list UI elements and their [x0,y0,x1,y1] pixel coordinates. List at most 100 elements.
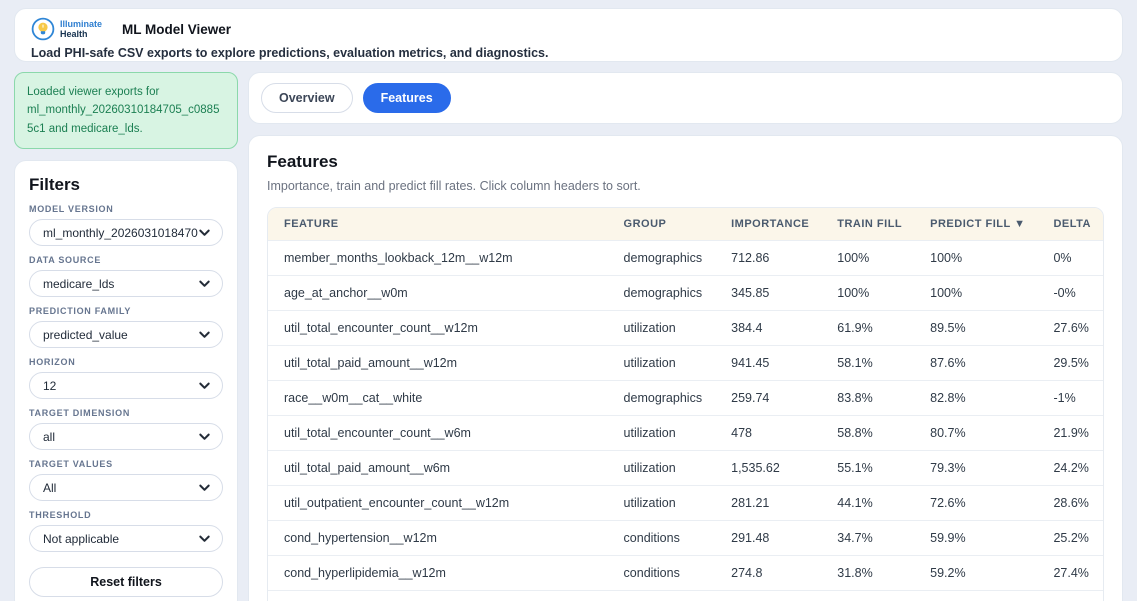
filter-label-threshold: Threshold [29,510,223,520]
cell-group: demographics [608,240,716,275]
filter-select-target-dimension[interactable]: all [29,423,223,450]
filter-label-horizon: Horizon [29,357,223,367]
chevron-down-icon [198,277,211,290]
cell-importance: 291.48 [715,520,821,555]
col-header-predict-fill-sorted[interactable]: Predict fill ▼ [914,208,1037,240]
selected-value: ml_monthly_20260310184705_c08855c [43,226,198,240]
cell-predict-fill: 59.2% [914,555,1037,590]
cell-train-fill: 83.8% [821,380,914,415]
lightbulb-icon [31,17,55,41]
cell-delta: 0% [1037,240,1103,275]
cell-importance: 712.86 [715,240,821,275]
cell-feature: race__w0m__cat__white [268,380,608,415]
filter-select-target-values[interactable]: All [29,474,223,501]
cell-predict-fill: 79.3% [914,450,1037,485]
cell-importance: 259.74 [715,380,821,415]
cell-delta: 27.4% [1037,555,1103,590]
filter-fields: Model version ml_monthly_20260310184705_c… [29,204,223,552]
cell-feature: util_total_encounter_count__w12m [268,310,608,345]
cell-feature: util_total_paid_amount__w12m [268,345,608,380]
col-header-delta[interactable]: Delta [1037,208,1103,240]
cell-delta: -1% [1037,380,1103,415]
cell-train-fill: 31.8% [821,555,914,590]
cell-train-fill: 100% [821,275,914,310]
reset-filters-button[interactable]: Reset filters [29,567,223,597]
selected-value: 12 [43,379,56,393]
cell-group: conditions [608,520,716,555]
cell-feature: cond_hypertension__w12m [268,520,608,555]
cell-feature: age_at_anchor__w0m [268,275,608,310]
cell-predict-fill: 54.6% [914,590,1037,601]
cell-delta: 21.9% [1037,415,1103,450]
table-row: util_outpatient_encounter_count__w12muti… [268,485,1103,520]
filter-select-prediction-family[interactable]: predicted_value [29,321,223,348]
col-header-importance[interactable]: Importance [715,208,821,240]
cell-importance: 281.21 [715,485,821,520]
col-header-feature[interactable]: Feature [268,208,608,240]
cell-delta: 0.1% [1037,590,1103,601]
cell-train-fill: 55.1% [821,450,914,485]
filter-select-horizon[interactable]: 12 [29,372,223,399]
tab-overview[interactable]: Overview [261,83,353,113]
filter-label-prediction-family: Prediction family [29,306,223,316]
cell-group: demographics [608,590,716,601]
chevron-down-icon [198,379,211,392]
filter-label-model-version: Model version [29,204,223,214]
cell-group: conditions [608,555,716,590]
tabs: Overview Features [248,72,1123,124]
cell-train-fill: 100% [821,240,914,275]
cell-train-fill: 58.8% [821,415,914,450]
cell-group: utilization [608,310,716,345]
features-table-body: member_months_lookback_12m__w12mdemograp… [268,240,1103,601]
cell-delta: -0% [1037,275,1103,310]
table-row: race__w0m__cat__whitedemographics259.748… [268,380,1103,415]
features-table: Feature Group Importance Train fill Pred… [267,207,1104,601]
table-row: util_total_paid_amount__w6mutilization1,… [268,450,1103,485]
filter-label-target-dimension: Target dimension [29,408,223,418]
cell-train-fill: 34.7% [821,520,914,555]
cell-predict-fill: 89.5% [914,310,1037,345]
filter-select-data-source[interactable]: medicare_lds [29,270,223,297]
features-subtitle: Importance, train and predict fill rates… [267,179,1104,193]
table-row: cond_hyperlipidemia__w12mconditions274.8… [268,555,1103,590]
cell-predict-fill: 82.8% [914,380,1037,415]
page-subtitle: Load PHI-safe CSV exports to explore pre… [31,46,1108,60]
cell-importance: 1,535.62 [715,450,821,485]
cell-delta: 25.2% [1037,520,1103,555]
col-header-train-fill[interactable]: Train fill [821,208,914,240]
cell-feature: sex__w0m__cat__female [268,590,608,601]
cell-delta: 27.6% [1037,310,1103,345]
cell-importance: 274.8 [715,555,821,590]
cell-importance: 384.4 [715,310,821,345]
chevron-down-icon [198,430,211,443]
selected-value: all [43,430,55,444]
illuminate-health-logo: Illuminate Health [31,17,102,41]
cell-predict-fill: 100% [914,275,1037,310]
cell-delta: 29.5% [1037,345,1103,380]
filter-select-threshold[interactable]: Not applicable [29,525,223,552]
chevron-down-icon [198,532,211,545]
filter-select-model-version[interactable]: ml_monthly_20260310184705_c08855c [29,219,223,246]
cell-delta: 28.6% [1037,485,1103,520]
cell-train-fill: 61.9% [821,310,914,345]
filters-title: Filters [29,175,223,195]
filters-panel: Filters Model version ml_monthly_20260310… [14,160,238,601]
filter-label-target-values: Target values [29,459,223,469]
app-header: Illuminate Health ML Model Viewer Load P… [14,8,1123,62]
cell-importance: 478 [715,415,821,450]
features-panel: Features Importance, train and predict f… [248,135,1123,601]
chevron-down-icon [198,481,211,494]
col-header-group[interactable]: Group [608,208,716,240]
brand-line1: Illuminate [60,19,102,29]
tab-features[interactable]: Features [363,83,451,113]
cell-group: utilization [608,485,716,520]
chevron-down-icon [198,328,211,341]
cell-group: utilization [608,450,716,485]
cell-feature: util_total_encounter_count__w6m [268,415,608,450]
cell-predict-fill: 72.6% [914,485,1037,520]
cell-predict-fill: 80.7% [914,415,1037,450]
table-row: util_total_paid_amount__w12mutilization9… [268,345,1103,380]
cell-train-fill: 58.1% [821,345,914,380]
cell-feature: cond_hyperlipidemia__w12m [268,555,608,590]
brand-line2: Health [60,29,102,39]
